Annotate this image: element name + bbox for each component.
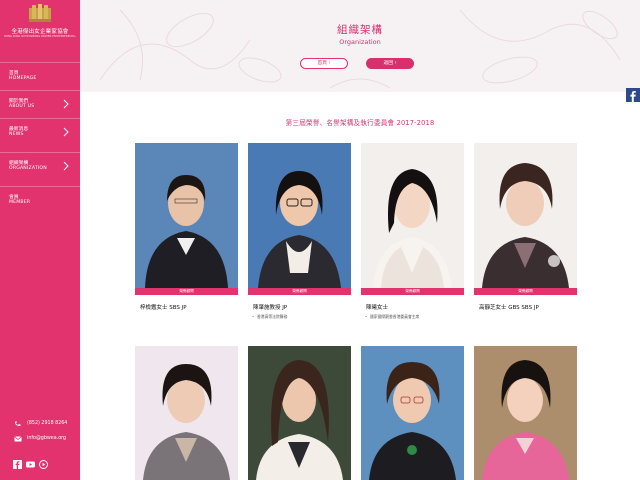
member-name: 陳肇施教授 JP (253, 305, 288, 311)
facebook-share-button[interactable] (626, 88, 640, 102)
home-button[interactable]: 首頁 › (300, 58, 348, 69)
sidebar-item-label: 會員 (9, 195, 19, 200)
back-button[interactable]: 返回 › (366, 58, 414, 69)
back-button-label: 返回 (383, 61, 394, 66)
member-badge: 榮譽顧問 (248, 288, 351, 295)
social-links (13, 460, 53, 470)
site-logo[interactable]: 全港傑出女企業家協會 HONG KONG OUTSTANDING WOMEN E… (0, 0, 80, 44)
crown-logo-icon (29, 4, 51, 22)
phone-number: (852) 2918 8264 (27, 421, 68, 426)
sidebar-item-label: 首頁 (9, 71, 19, 76)
sidebar-item-sublabel: NEWS (9, 132, 24, 137)
member-photo (135, 346, 238, 480)
floral-pattern (99, 9, 621, 89)
home-button-label: 首頁 (317, 61, 328, 66)
sidebar-item-about-us[interactable]: 關於我們 ABOUT US (0, 90, 80, 118)
member-photo (248, 346, 351, 480)
sidebar-item-label: 關於我們 (9, 99, 29, 104)
chevron-right-icon (63, 127, 69, 137)
member-role: 國家國際觀書香港委員會主席 (365, 314, 419, 320)
logo-name: 全港傑出女企業家協會 (11, 29, 69, 35)
facebook-icon (630, 91, 636, 102)
main-content: 組織架構 Organization 首頁 › 返回 › 第三屆榮譽、名譽架構及執… (80, 0, 640, 480)
sidebar-item-member[interactable]: 會員 MEMBER (0, 186, 80, 214)
member-role: 香港高等法院醫務 (252, 314, 287, 320)
page-header: 組織架構 Organization 首頁 › 返回 › (80, 0, 640, 92)
sidebar-item-news[interactable]: 最新消息 NEWS (0, 118, 80, 146)
chevron-right-icon (63, 161, 69, 171)
email-address: info@gbwea.org (27, 436, 67, 441)
member-badge: 榮譽顧問 (135, 288, 238, 295)
chevron-right-icon (63, 99, 69, 109)
mail-icon (14, 436, 22, 442)
member-name: 高靜芝女士 GBS SBS JP (479, 305, 539, 311)
page-subtitle: Organization (339, 38, 381, 46)
sidebar-item-homepage[interactable]: 首頁 HOMEPAGE (0, 62, 80, 90)
facebook-icon[interactable] (13, 460, 22, 469)
logo-subtitle: HONG KONG OUTSTANDING WOMEN ENTREPRENEUR… (4, 35, 76, 38)
member-photo (474, 143, 577, 288)
sidebar-item-label: 組織架構 (9, 161, 29, 166)
sidebar-item-organization[interactable]: 組織架構 ORGANIZATION (0, 152, 80, 180)
member-photo (361, 143, 464, 288)
youtube-icon[interactable] (26, 460, 35, 469)
section-title: 第三屆榮譽、名譽架構及執行委員會 2017-2018 (285, 119, 435, 127)
member-photo (248, 143, 351, 288)
page-title: 組織架構 (337, 24, 383, 36)
member-photo (135, 143, 238, 288)
member-photo (361, 346, 464, 480)
member-badge: 榮譽顧問 (474, 288, 577, 295)
member-name: 梓檢鑑女士 SBS JP (140, 305, 187, 311)
sidebar-item-sublabel: ABOUT US (9, 104, 35, 109)
sidebar-item-sublabel: ORGANIZATION (9, 166, 47, 171)
member-photo (474, 346, 577, 480)
member-name: 陳曦女士 (366, 305, 389, 311)
sidebar-item-sublabel: MEMBER (9, 200, 31, 205)
sidebar: 全港傑出女企業家協會 HONG KONG OUTSTANDING WOMEN E… (0, 0, 80, 480)
sidebar-item-sublabel: HOMEPAGE (9, 76, 37, 81)
phone-icon (15, 421, 21, 426)
member-badge: 榮譽顧問 (361, 288, 464, 295)
sidebar-item-label: 最新消息 (9, 127, 29, 132)
play-circle-icon[interactable] (39, 460, 48, 469)
